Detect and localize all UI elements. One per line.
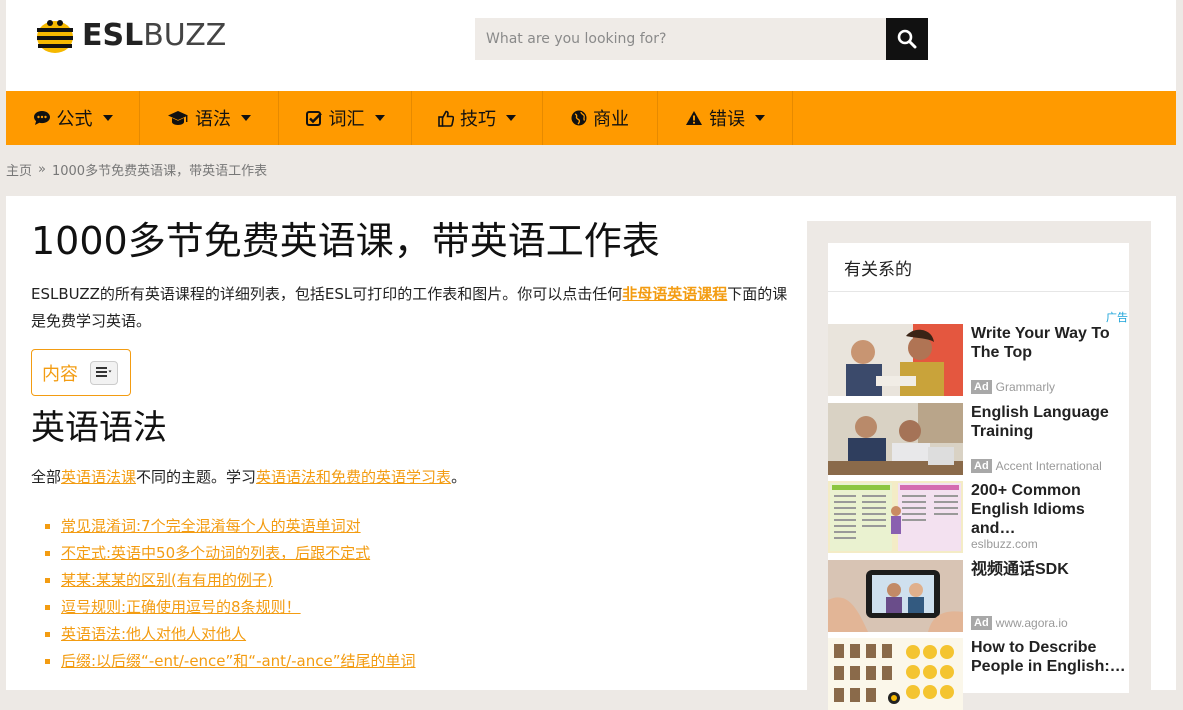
chevron-down-icon xyxy=(755,115,765,121)
main-content-area: 1000多节免费英语课，带英语工作表 ESLBUZZ的所有英语课程的详细列表，包… xyxy=(6,196,1176,710)
nav-label: 商业 xyxy=(593,109,629,130)
ad-source: www.agora.io xyxy=(995,616,1068,630)
nav-label: 技巧 xyxy=(460,109,496,130)
site-logo[interactable]: ESLBUZZ xyxy=(36,17,226,55)
chevron-down-icon xyxy=(506,115,516,121)
ad-badge: Ad xyxy=(971,459,992,473)
thumbs-up-icon xyxy=(438,110,454,127)
list-item: 常见混淆词:7个完全混淆每个人的英语单词对 xyxy=(61,513,791,540)
ad-thumbnail xyxy=(828,638,963,710)
breadcrumb-separator: » xyxy=(38,162,46,177)
search-icon xyxy=(897,29,917,49)
ad-item[interactable]: 视频通话SDK Ad www.agora.io xyxy=(828,560,1129,632)
ad-title: 200+ Common English Idioms and… xyxy=(971,482,1085,537)
list-item: 不定式:英语中50多个动词的列表，后跟不定式 xyxy=(61,540,791,567)
ad-item[interactable]: English Language Training Ad Accent Inter… xyxy=(828,403,1129,475)
nav-item-business[interactable]: 商业 xyxy=(543,91,658,145)
nav-label: 词汇 xyxy=(328,109,365,130)
article: 1000多节免费英语课，带英语工作表 ESLBUZZ的所有英语课程的详细列表，包… xyxy=(31,218,791,675)
lesson-link[interactable]: 不定式:英语中50多个动词的列表，后跟不定式 xyxy=(61,544,370,562)
related-widget: 有关系的 广告 Write Your Way To The Top Ad Gram… xyxy=(828,243,1129,710)
nav-label: 错误 xyxy=(709,109,745,130)
section-heading: 英语语法 xyxy=(31,408,167,448)
chevron-down-icon xyxy=(102,115,113,121)
nav-item-formula[interactable]: 公式 xyxy=(6,91,140,145)
ad-item[interactable]: Write Your Way To The Top Ad Grammarly xyxy=(828,324,1129,396)
graduation-cap-icon xyxy=(168,111,188,125)
nav-label: 公式 xyxy=(56,109,93,130)
ad-meta: Ad Grammarly xyxy=(971,380,1055,394)
site-header: ESLBUZZ xyxy=(6,0,1176,91)
ad-title: Write Your Way To The Top xyxy=(971,325,1110,361)
ad-thumbnail xyxy=(828,403,963,475)
list-item: 某某:某某的区别(有有用的例子) xyxy=(61,567,791,594)
toc-toggle-button[interactable] xyxy=(90,360,118,385)
ad-thumbnail xyxy=(828,560,963,632)
lesson-link[interactable]: 英语语法:他人对他人对他人 xyxy=(61,625,246,643)
ad-thumbnail xyxy=(828,324,963,396)
lesson-link[interactable]: 常见混淆词:7个完全混淆每个人的英语单词对 xyxy=(61,517,361,535)
grammar-worksheets-link[interactable]: 英语语法和免费的英语学习表 xyxy=(256,468,451,486)
ad-source: eslbuzz.com xyxy=(971,537,1038,551)
ad-title: 视频通话SDK xyxy=(971,561,1069,578)
desc-text: 全部 xyxy=(31,468,62,486)
breadcrumb-home[interactable]: 主页 xyxy=(6,160,32,179)
globe-icon xyxy=(571,110,587,126)
nav-item-vocabulary[interactable]: 词汇 xyxy=(279,91,412,145)
search-button[interactable] xyxy=(886,18,928,60)
ad-thumbnail xyxy=(828,481,963,553)
ad-meta: Ad www.agora.io xyxy=(971,616,1068,630)
ad-badge: Ad xyxy=(971,616,992,630)
ad-title: English Language Training xyxy=(971,404,1109,440)
chevron-down-icon xyxy=(374,115,385,121)
list-item: 逗号规则:正确使用逗号的8条规则！ xyxy=(61,594,791,621)
toc-label: 内容 xyxy=(42,363,78,385)
ad-meta: eslbuzz.com xyxy=(971,537,1038,551)
search-bar xyxy=(475,18,928,60)
section-description: 全部英语语法课不同的主题。学习英语语法和免费的英语学习表。 xyxy=(31,466,791,487)
lesson-link[interactable]: 某某:某某的区别(有有用的例子) xyxy=(61,571,273,589)
sidebar: 有关系的 广告 Write Your Way To The Top Ad Gram… xyxy=(807,221,1151,710)
logo-light: BUZZ xyxy=(143,18,227,53)
intro-link[interactable]: 非母语英语课程 xyxy=(622,285,727,303)
search-input[interactable] xyxy=(475,18,886,60)
chevron-down-icon xyxy=(241,115,251,121)
widget-title: 有关系的 xyxy=(828,243,1129,292)
nav-item-grammar[interactable]: 语法 xyxy=(140,91,279,145)
ad-meta: Ad Accent International xyxy=(971,459,1102,473)
check-square-icon xyxy=(305,110,322,126)
warning-icon xyxy=(686,111,702,125)
ad-badge: Ad xyxy=(971,380,992,394)
breadcrumb: 主页 » 1000多节免费英语课，带英语工作表 xyxy=(6,160,267,179)
nav-item-errors[interactable]: 错误 xyxy=(658,91,793,145)
grammar-lessons-link[interactable]: 英语语法课 xyxy=(61,468,136,486)
lesson-link[interactable]: 逗号规则:正确使用逗号的8条规则！ xyxy=(61,598,301,616)
lesson-link[interactable]: 后缀:以后缀“-ent/-ence”和“-ant/-ance”结尾的单词 xyxy=(61,652,415,670)
desc-text-middle: 不同的主题。学习 xyxy=(136,468,257,486)
lesson-list: 常见混淆词:7个完全混淆每个人的英语单词对 不定式:英语中50多个动词的列表，后… xyxy=(31,513,791,675)
list-item: 英语语法:他人对他人对他人 xyxy=(61,621,791,648)
nav-item-tips[interactable]: 技巧 xyxy=(412,91,543,145)
intro-paragraph: ESLBUZZ的所有英语课程的详细列表，包括ESL可打印的工作表和图片。你可以点… xyxy=(31,281,791,335)
bee-logo-icon xyxy=(37,20,73,53)
main-nav: 公式 语法 词汇 技巧 商业 错误 xyxy=(6,91,1176,145)
table-of-contents: 内容 xyxy=(31,349,131,396)
ad-source: Accent International xyxy=(995,459,1102,473)
ad-item[interactable]: How to Describe People in English:… xyxy=(828,638,1129,710)
nav-label: 语法 xyxy=(195,109,231,130)
page-title: 1000多节免费英语课，带英语工作表 xyxy=(31,219,660,263)
list-item: 后缀:以后缀“-ent/-ence”和“-ant/-ance”结尾的单词 xyxy=(61,648,791,675)
intro-text: ESLBUZZ的所有英语课程的详细列表，包括ESL可打印的工作表和图片。你可以点… xyxy=(31,285,623,303)
breadcrumb-current: 1000多节免费英语课，带英语工作表 xyxy=(51,164,268,179)
desc-text-end: 。 xyxy=(451,468,467,486)
ad-item[interactable]: 200+ Common English Idioms and… eslbuzz.… xyxy=(828,481,1129,553)
ad-flag[interactable]: 广告 xyxy=(1106,309,1128,325)
logo-bold: ESL xyxy=(82,18,144,53)
comments-icon xyxy=(33,111,50,125)
ad-title: How to Describe People in English:… xyxy=(971,639,1126,675)
list-icon xyxy=(96,366,112,377)
logo-wordmark: ESLBUZZ xyxy=(82,21,226,51)
ad-source: Grammarly xyxy=(995,380,1056,394)
